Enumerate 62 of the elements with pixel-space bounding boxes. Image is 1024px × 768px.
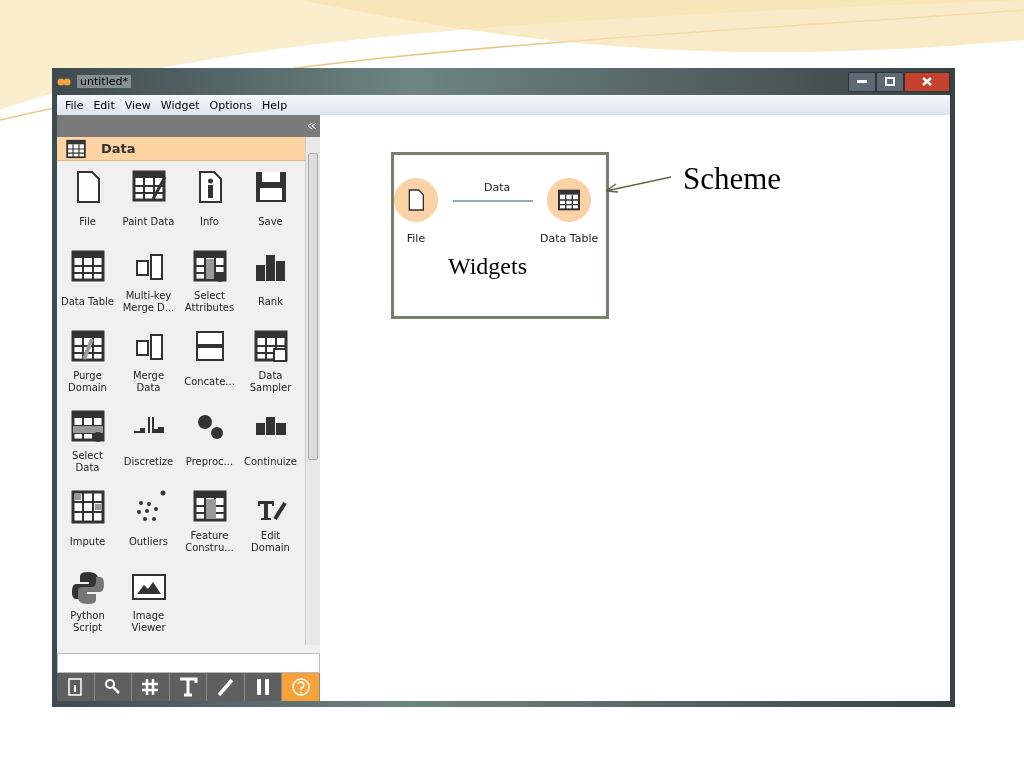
maximize-icon (885, 77, 895, 86)
annotation-text: Widgets (448, 253, 528, 280)
annotation-text: Scheme (683, 161, 782, 197)
menu-item[interactable]: View (120, 96, 155, 114)
widget-label[interactable]: Discretize (123, 445, 174, 479)
toolbar-button[interactable] (282, 673, 321, 701)
menu-item[interactable]: Help (258, 96, 292, 114)
widget-node[interactable] (547, 178, 592, 222)
widget-label[interactable]: Rank (258, 285, 283, 319)
widget-label[interactable]: File (79, 205, 96, 239)
node-label: Data Table (540, 232, 599, 245)
widget-node[interactable] (394, 178, 438, 222)
annotation-arrow (603, 175, 673, 195)
table-pointer-icon[interactable] (69, 409, 106, 445)
menu-item[interactable]: Options (205, 96, 257, 114)
text-tool-icon (177, 676, 199, 698)
widget-label[interactable]: Python Script (59, 605, 116, 639)
table-brush-icon[interactable] (130, 169, 167, 205)
table-dice-icon[interactable] (252, 329, 289, 365)
widget-label[interactable]: Save (258, 205, 283, 239)
widget-label[interactable]: Continuize (244, 445, 297, 479)
window-title: untitled* (77, 75, 131, 88)
node-label: File (406, 232, 426, 245)
collapse-icon[interactable] (308, 123, 316, 129)
widget-label[interactable]: Data Table (61, 285, 114, 319)
menu-item[interactable]: Edit (89, 96, 119, 114)
category-header[interactable]: Data (57, 137, 305, 161)
minimize-icon (857, 79, 867, 84)
link-label: Data (484, 181, 511, 194)
widget-label[interactable]: Outliers (128, 525, 169, 559)
help-icon (289, 676, 312, 698)
menu-item[interactable]: Widget (156, 96, 204, 114)
widget-label[interactable]: Preproc... (185, 445, 234, 479)
widget-label[interactable]: Select Data (59, 445, 116, 479)
widget-label[interactable]: Data Sampler (242, 365, 299, 399)
widget-label[interactable]: Feature Constru... (181, 525, 238, 559)
table-icon (557, 188, 582, 212)
widget-label[interactable]: Edit Domain (242, 525, 299, 559)
widget-label[interactable]: Info (200, 205, 219, 239)
widget-label[interactable]: Multi-key Merge D... (120, 285, 177, 319)
widget-label[interactable]: Concate... (184, 365, 235, 399)
minimize-button[interactable] (848, 71, 876, 92)
table-pointer-icon[interactable] (191, 249, 228, 285)
widget-label[interactable]: Impute (69, 525, 106, 559)
scrollbar[interactable] (305, 137, 320, 645)
menu-item[interactable]: File (61, 96, 88, 114)
widget-label[interactable]: Purge Domain (59, 365, 116, 399)
widget-label[interactable]: Image Viewer (120, 605, 177, 639)
close-icon (922, 77, 932, 86)
widget-label[interactable]: Paint Data (122, 205, 175, 239)
glasses-app-icon (57, 76, 71, 87)
python-logo-icon[interactable] (69, 569, 106, 605)
maximize-button[interactable] (876, 71, 904, 92)
close-button[interactable] (904, 71, 950, 92)
table-formula-icon[interactable] (191, 489, 228, 525)
table-icon (65, 138, 87, 159)
table-icon[interactable] (69, 249, 106, 285)
description-field[interactable] (57, 653, 320, 673)
widget-label[interactable]: Merge Data (120, 365, 177, 399)
grid-icon[interactable] (69, 489, 106, 525)
table-stripes-icon[interactable] (69, 329, 106, 365)
widget-label[interactable]: Select Attributes (181, 285, 238, 319)
